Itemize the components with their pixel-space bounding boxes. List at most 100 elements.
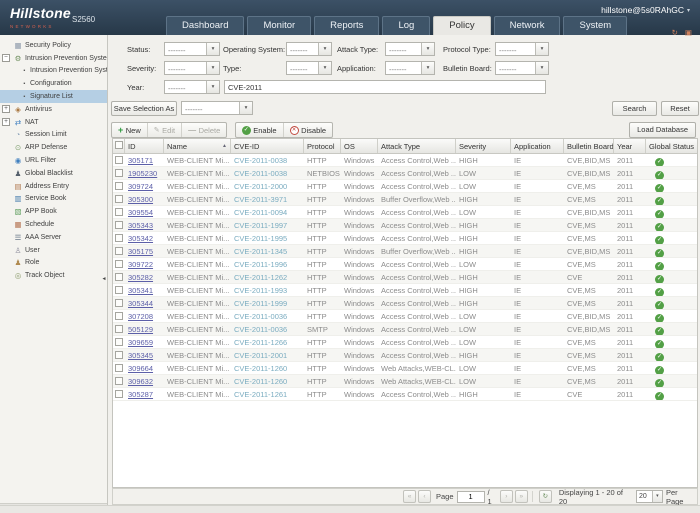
row-checkbox[interactable] bbox=[115, 247, 123, 255]
refresh-icon[interactable]: ↻ bbox=[672, 28, 678, 37]
column-header-bulletin-board[interactable]: Bulletin Board bbox=[564, 139, 614, 153]
signature-id-link[interactable]: 305282 bbox=[128, 273, 153, 282]
cve-id-link[interactable]: CVE-2011-1260 bbox=[234, 364, 287, 373]
column-header-global-status[interactable]: Global Status bbox=[646, 139, 697, 153]
table-row[interactable]: 305345 WEB-CLIENT Mi... CVE-2011-2001 HT… bbox=[113, 349, 697, 362]
cve-id-link[interactable]: CVE-2011-1261 bbox=[234, 390, 287, 399]
page-number-input[interactable] bbox=[456, 490, 485, 503]
row-checkbox[interactable] bbox=[115, 286, 123, 294]
sidebar-item-global-blacklist[interactable]: ♟ Global Blacklist bbox=[0, 167, 107, 180]
row-checkbox[interactable] bbox=[115, 325, 123, 333]
cve-id-link[interactable]: CVE-2011-0038 bbox=[234, 169, 287, 178]
delete-button[interactable]: — Delete bbox=[181, 123, 226, 137]
table-row[interactable]: 309554 WEB-CLIENT Mi... CVE-2011-0094 HT… bbox=[113, 206, 697, 219]
sidebar-item-service-book[interactable]: ▥ Service Book bbox=[0, 193, 107, 206]
prev-page-button[interactable]: ‹ bbox=[418, 490, 431, 503]
table-row[interactable]: 1905230 WEB-CLIENT Mi... CVE-2011-0038 N… bbox=[113, 167, 697, 180]
signature-id-link[interactable]: 305343 bbox=[128, 221, 153, 230]
keyword-input[interactable] bbox=[224, 80, 546, 94]
table-row[interactable]: 309659 WEB-CLIENT Mi... CVE-2011-1266 HT… bbox=[113, 336, 697, 349]
sidebar-item-app-book[interactable]: ▧ APP Book bbox=[0, 205, 107, 218]
tab-network[interactable]: Network bbox=[493, 16, 561, 35]
signature-id-link[interactable]: 305300 bbox=[128, 195, 153, 204]
table-row[interactable]: 305342 WEB-CLIENT Mi... CVE-2011-1995 HT… bbox=[113, 232, 697, 245]
cve-id-link[interactable]: CVE-2011-1345 bbox=[234, 247, 287, 256]
cve-id-link[interactable]: CVE-2011-1997 bbox=[234, 221, 287, 230]
sidebar-item-arp-defense[interactable]: ⊙ ARP Defense bbox=[0, 141, 107, 154]
cve-id-link[interactable]: CVE-2011-1266 bbox=[234, 338, 287, 347]
table-row[interactable]: 309664 WEB-CLIENT Mi... CVE-2011-1260 HT… bbox=[113, 362, 697, 375]
sidebar-item-ips-child[interactable]: ▪ Intrusion Prevention System bbox=[0, 65, 107, 78]
sidebar-item-intrusion-prevention-system[interactable]: − ⚙ Intrusion Prevention System bbox=[0, 52, 107, 65]
signature-id-link[interactable]: 309659 bbox=[128, 338, 153, 347]
cve-id-link[interactable]: CVE-2011-0094 bbox=[234, 208, 287, 217]
cve-id-link[interactable]: CVE-2011-0036 bbox=[234, 312, 287, 321]
cve-id-link[interactable]: CVE-2011-0038 bbox=[234, 156, 287, 165]
severity-select[interactable]: ------- ▾ bbox=[164, 61, 220, 75]
column-header-year[interactable]: Year bbox=[614, 139, 646, 153]
sidebar-item-session-limit[interactable]: ◔ Session Limit bbox=[0, 129, 107, 142]
save-config-icon[interactable]: ▣ bbox=[685, 28, 692, 37]
row-checkbox[interactable] bbox=[115, 312, 123, 320]
cve-id-link[interactable]: CVE-2011-1993 bbox=[234, 286, 287, 295]
enable-button[interactable]: ✓ Enable bbox=[236, 123, 283, 137]
sidebar-item-address-entry[interactable]: ▤ Address Entry bbox=[0, 180, 107, 193]
cve-id-link[interactable]: CVE-2011-1262 bbox=[234, 273, 287, 282]
row-checkbox[interactable] bbox=[115, 234, 123, 242]
cve-id-link[interactable]: CVE-2011-1996 bbox=[234, 260, 287, 269]
type-select[interactable]: ------- ▾ bbox=[286, 61, 332, 75]
row-checkbox[interactable] bbox=[115, 338, 123, 346]
sidebar-item-schedule[interactable]: ▦ Schedule bbox=[0, 218, 107, 231]
sidebar-item-url-filter[interactable]: ◉ URL Filter bbox=[0, 154, 107, 167]
cve-id-link[interactable]: CVE-2011-3971 bbox=[234, 195, 287, 204]
row-checkbox[interactable] bbox=[115, 273, 123, 281]
saved-selection-select[interactable]: ------- ▾ bbox=[181, 101, 253, 115]
table-row[interactable]: 309722 WEB-CLIENT Mi... CVE-2011-1996 HT… bbox=[113, 258, 697, 271]
row-checkbox[interactable] bbox=[115, 351, 123, 359]
tab-policy[interactable]: Policy bbox=[433, 16, 491, 35]
load-database-button[interactable]: Load Database bbox=[629, 122, 696, 138]
bulletin-board-select[interactable]: ------- ▾ bbox=[495, 61, 549, 75]
signature-id-link[interactable]: 505129 bbox=[128, 325, 153, 334]
row-checkbox[interactable] bbox=[115, 208, 123, 216]
signature-id-link[interactable]: 305341 bbox=[128, 286, 153, 295]
table-row[interactable]: 309724 WEB-CLIENT Mi... CVE-2011-2000 HT… bbox=[113, 180, 697, 193]
signature-id-link[interactable]: 305171 bbox=[128, 156, 153, 165]
collapse-expander-icon[interactable]: − bbox=[2, 54, 10, 63]
refresh-table-icon[interactable]: ↻ bbox=[538, 490, 552, 503]
disable-button[interactable]: ✕ Disable bbox=[282, 123, 333, 137]
table-row[interactable]: 307208 WEB-CLIENT Mi... CVE-2011-0036 HT… bbox=[113, 310, 697, 323]
sidebar-item-role[interactable]: ♟ Role bbox=[0, 257, 107, 270]
sidebar-collapse-handle[interactable]: ◄ bbox=[101, 272, 107, 286]
sidebar-item-aaa-server[interactable]: ☰ AAA Server bbox=[0, 231, 107, 244]
sidebar-item-track-object[interactable]: ◎ Track Object bbox=[0, 269, 107, 282]
row-checkbox[interactable] bbox=[115, 299, 123, 307]
user-menu[interactable]: hillstone@5s0RAhGC ▾ bbox=[601, 5, 690, 15]
edit-button[interactable]: ✎ Edit bbox=[146, 123, 181, 137]
column-header-application[interactable]: Application bbox=[511, 139, 564, 153]
table-row[interactable]: 305343 WEB-CLIENT Mi... CVE-2011-1997 HT… bbox=[113, 219, 697, 232]
cve-id-link[interactable]: CVE-2011-1999 bbox=[234, 299, 287, 308]
reset-button[interactable]: Reset bbox=[661, 101, 699, 116]
tab-system[interactable]: System bbox=[563, 16, 628, 35]
signature-id-link[interactable]: 305345 bbox=[128, 351, 153, 360]
application-select[interactable]: ------- ▾ bbox=[385, 61, 435, 75]
first-page-button[interactable]: « bbox=[403, 490, 416, 503]
cve-id-link[interactable]: CVE-2011-2000 bbox=[234, 182, 287, 191]
year-select[interactable]: ------- ▾ bbox=[164, 80, 220, 94]
sidebar-item-security-policy[interactable]: ▦ Security Policy bbox=[0, 39, 107, 52]
column-header-name[interactable]: Name ▲ bbox=[164, 139, 231, 153]
signature-id-link[interactable]: 309664 bbox=[128, 364, 153, 373]
row-checkbox[interactable] bbox=[115, 390, 123, 398]
protocol-type-select[interactable]: ------- ▾ bbox=[495, 42, 549, 56]
expand-expander-icon[interactable]: + bbox=[2, 105, 10, 114]
per-page-select[interactable]: 20 ▾ bbox=[635, 490, 663, 503]
cve-id-link[interactable]: CVE-2011-2001 bbox=[234, 351, 287, 360]
table-row[interactable]: 305282 WEB-CLIENT Mi... CVE-2011-1262 HT… bbox=[113, 271, 697, 284]
row-checkbox[interactable] bbox=[115, 260, 123, 268]
table-row[interactable]: 305344 WEB-CLIENT Mi... CVE-2011-1999 HT… bbox=[113, 297, 697, 310]
next-page-button[interactable]: › bbox=[499, 490, 513, 503]
signature-id-link[interactable]: 309554 bbox=[128, 208, 153, 217]
select-all-checkbox[interactable] bbox=[115, 141, 123, 149]
sidebar-item-configuration[interactable]: ▪ Configuration bbox=[0, 77, 107, 90]
